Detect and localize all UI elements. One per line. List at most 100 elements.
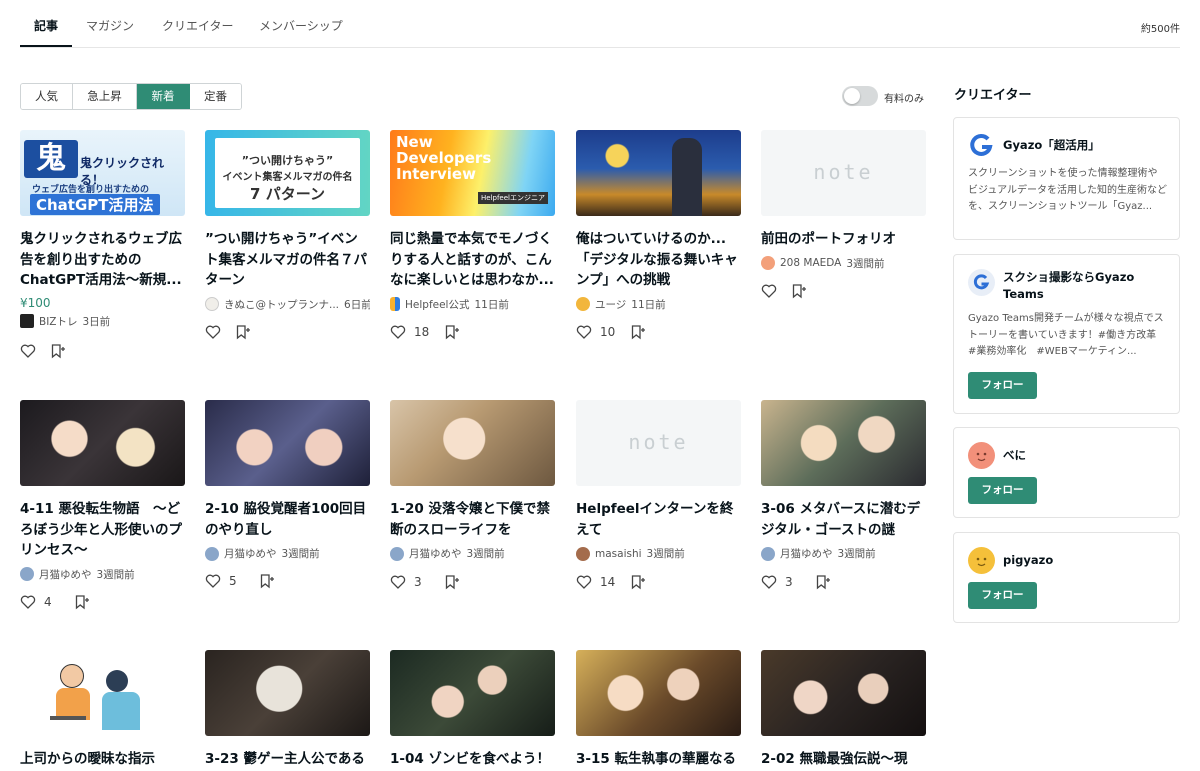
article-card[interactable]: 1-20 没落令嬢と下僕で禁断のスローライフを 月猫ゆめや 3週間前 3 bbox=[390, 400, 555, 590]
creator-avatar[interactable] bbox=[968, 442, 995, 469]
add-to-magazine-icon[interactable] bbox=[444, 324, 460, 340]
article-thumbnail[interactable] bbox=[576, 130, 741, 216]
article-title[interactable]: ”つい開けちゃう”イベント集客メルマガの件名７パターン bbox=[205, 229, 370, 291]
article-card[interactable]: 3-15 転生執事の華麗なる bbox=[576, 650, 741, 770]
author-avatar[interactable] bbox=[20, 314, 34, 328]
article-card[interactable]: 上司からの曖昧な指示 bbox=[20, 650, 185, 770]
author-name[interactable]: BIZトレ bbox=[39, 314, 78, 329]
heart-icon[interactable] bbox=[761, 283, 777, 299]
article-title[interactable]: Helpfeelインターンを終えて bbox=[576, 499, 741, 540]
article-thumbnail[interactable] bbox=[761, 650, 926, 736]
creator-name[interactable]: べに bbox=[1003, 447, 1026, 464]
author-avatar[interactable] bbox=[576, 546, 590, 561]
author-avatar[interactable] bbox=[205, 297, 219, 311]
article-card[interactable]: ”つい開けちゃう” イベント集客メルマガの件名 7 パターン ”つい開けちゃう”… bbox=[205, 130, 370, 340]
heart-icon[interactable] bbox=[576, 324, 592, 340]
heart-icon[interactable] bbox=[761, 574, 777, 590]
add-to-magazine-icon[interactable] bbox=[235, 324, 251, 340]
article-title[interactable]: 4-11 悪役転生物語 〜どろぼう少年と人形使いのプリンセス〜 bbox=[20, 499, 185, 561]
article-card[interactable]: note 前田のポートフォリオ 208 MAEDA 3週間前 bbox=[761, 130, 926, 299]
add-to-magazine-icon[interactable] bbox=[630, 574, 646, 590]
follow-button[interactable]: フォロー bbox=[968, 477, 1037, 504]
article-thumbnail[interactable] bbox=[390, 400, 555, 486]
article-card[interactable]: 俺はついていけるのか... 「デジタルな振る舞いキャンプ」への挑戦 ユージ 11… bbox=[576, 130, 741, 340]
article-card[interactable]: New Developers Interview Helpfeelエンジニア 同… bbox=[390, 130, 555, 340]
article-title[interactable]: 前田のポートフォリオ bbox=[761, 229, 926, 250]
author-name[interactable]: 208 MAEDA bbox=[780, 257, 841, 269]
article-title[interactable]: 1-20 没落令嬢と下僕で禁断のスローライフを bbox=[390, 499, 555, 540]
tab-creators[interactable]: クリエイター bbox=[162, 17, 234, 34]
heart-icon[interactable] bbox=[390, 324, 406, 340]
article-card[interactable]: 3-23 鬱ゲー主人公である bbox=[205, 650, 370, 770]
article-thumbnail[interactable]: ”つい開けちゃう” イベント集客メルマガの件名 7 パターン bbox=[205, 130, 370, 216]
article-title[interactable]: 2-02 無職最強伝説〜現 bbox=[761, 749, 926, 770]
add-to-magazine-icon[interactable] bbox=[630, 324, 646, 340]
article-card[interactable]: 3-06 メタバースに潜むデジタル・ゴーストの謎 月猫ゆめや 3週間前 3 bbox=[761, 400, 926, 590]
article-card[interactable]: 1-04 ゾンビを食べよう！ bbox=[390, 650, 555, 770]
article-thumbnail[interactable]: New Developers Interview Helpfeelエンジニア bbox=[390, 130, 555, 216]
article-title[interactable]: 3-23 鬱ゲー主人公である bbox=[205, 749, 370, 770]
article-title[interactable]: 同じ熱量で本気でモノづくりする人と話すのが、こんなに楽しいとは思わなか... bbox=[390, 229, 555, 291]
author-name[interactable]: 月猫ゆめや bbox=[39, 567, 92, 582]
article-card[interactable]: 4-11 悪役転生物語 〜どろぼう少年と人形使いのプリンセス〜 月猫ゆめや 3週… bbox=[20, 400, 185, 610]
article-thumbnail[interactable] bbox=[205, 400, 370, 486]
add-to-magazine-icon[interactable] bbox=[791, 283, 807, 299]
article-thumbnail[interactable] bbox=[576, 650, 741, 736]
article-thumbnail[interactable] bbox=[205, 650, 370, 736]
tab-articles[interactable]: 記事 bbox=[34, 17, 58, 34]
add-to-magazine-icon[interactable] bbox=[50, 343, 66, 359]
heart-icon[interactable] bbox=[20, 594, 36, 610]
author-name[interactable]: 月猫ゆめや bbox=[780, 546, 833, 561]
sort-new[interactable]: 新着 bbox=[137, 84, 190, 109]
add-to-magazine-icon[interactable] bbox=[444, 574, 460, 590]
author-avatar[interactable] bbox=[761, 546, 775, 561]
creator-avatar[interactable] bbox=[968, 547, 995, 574]
sort-popular[interactable]: 人気 bbox=[21, 84, 73, 109]
author-avatar[interactable] bbox=[576, 297, 590, 311]
article-thumbnail[interactable]: note bbox=[576, 400, 741, 486]
creator-name[interactable]: pigyazo bbox=[1003, 552, 1053, 569]
author-name[interactable]: Helpfeel公式 bbox=[405, 297, 469, 312]
article-card[interactable]: 鬼 鬼クリックされる！ ウェブ広告を創り出すための ChatGPT活用法 鬼クリ… bbox=[20, 130, 185, 359]
author-name[interactable]: ユージ bbox=[595, 297, 626, 312]
follow-button[interactable]: フォロー bbox=[968, 372, 1037, 399]
tab-magazines[interactable]: マガジン bbox=[86, 17, 134, 34]
tab-membership[interactable]: メンバーシップ bbox=[259, 17, 343, 34]
sort-trending[interactable]: 急上昇 bbox=[73, 84, 137, 109]
article-title[interactable]: 鬼クリックされるウェブ広告を創り出すための ChatGPT活用法〜新規... bbox=[20, 229, 185, 291]
gyazo-teams-logo-icon[interactable] bbox=[968, 269, 995, 296]
author-avatar[interactable] bbox=[761, 256, 775, 270]
heart-icon[interactable] bbox=[205, 324, 221, 340]
creator-card[interactable]: べに フォロー bbox=[953, 427, 1180, 518]
article-title[interactable]: 3-06 メタバースに潜むデジタル・ゴーストの謎 bbox=[761, 499, 926, 540]
creator-name[interactable]: Gyazo「超活用」 bbox=[1003, 137, 1100, 154]
author-name[interactable]: 月猫ゆめや bbox=[409, 546, 462, 561]
article-title[interactable]: 1-04 ゾンビを食べよう！ bbox=[390, 749, 555, 770]
paid-only-toggle[interactable] bbox=[842, 86, 878, 106]
article-card[interactable]: 2-10 脇役覚醒者100回目のやり直し 月猫ゆめや 3週間前 5 bbox=[205, 400, 370, 589]
article-thumbnail[interactable] bbox=[20, 650, 185, 736]
author-avatar[interactable] bbox=[390, 297, 400, 311]
article-title[interactable]: 3-15 転生執事の華麗なる bbox=[576, 749, 741, 770]
article-thumbnail[interactable] bbox=[761, 400, 926, 486]
heart-icon[interactable] bbox=[205, 573, 221, 589]
article-thumbnail[interactable]: 鬼 鬼クリックされる！ ウェブ広告を創り出すための ChatGPT活用法 bbox=[20, 130, 185, 216]
creator-name[interactable]: スクショ撮影ならGyazo Teams bbox=[1003, 269, 1167, 303]
heart-icon[interactable] bbox=[576, 574, 592, 590]
article-thumbnail[interactable] bbox=[20, 400, 185, 486]
author-avatar[interactable] bbox=[390, 546, 404, 561]
add-to-magazine-icon[interactable] bbox=[815, 574, 831, 590]
article-card[interactable]: note Helpfeelインターンを終えて masaishi 3週間前 14 bbox=[576, 400, 741, 590]
sort-standard[interactable]: 定番 bbox=[190, 84, 241, 109]
article-thumbnail[interactable]: note bbox=[761, 130, 926, 216]
article-card[interactable]: 2-02 無職最強伝説〜現 bbox=[761, 650, 926, 770]
add-to-magazine-icon[interactable] bbox=[74, 594, 90, 610]
author-name[interactable]: きぬこ@トップランナ... bbox=[224, 297, 339, 312]
author-name[interactable]: 月猫ゆめや bbox=[224, 546, 277, 561]
follow-button[interactable]: フォロー bbox=[968, 582, 1037, 609]
article-title[interactable]: 上司からの曖昧な指示 bbox=[20, 749, 185, 770]
creator-card[interactable]: pigyazo フォロー bbox=[953, 532, 1180, 623]
creator-card[interactable]: スクショ撮影ならGyazo Teams Gyazo Teams開発チームが様々な… bbox=[953, 254, 1180, 414]
article-title[interactable]: 2-10 脇役覚醒者100回目のやり直し bbox=[205, 499, 370, 540]
gyazo-logo-icon[interactable] bbox=[968, 132, 995, 159]
